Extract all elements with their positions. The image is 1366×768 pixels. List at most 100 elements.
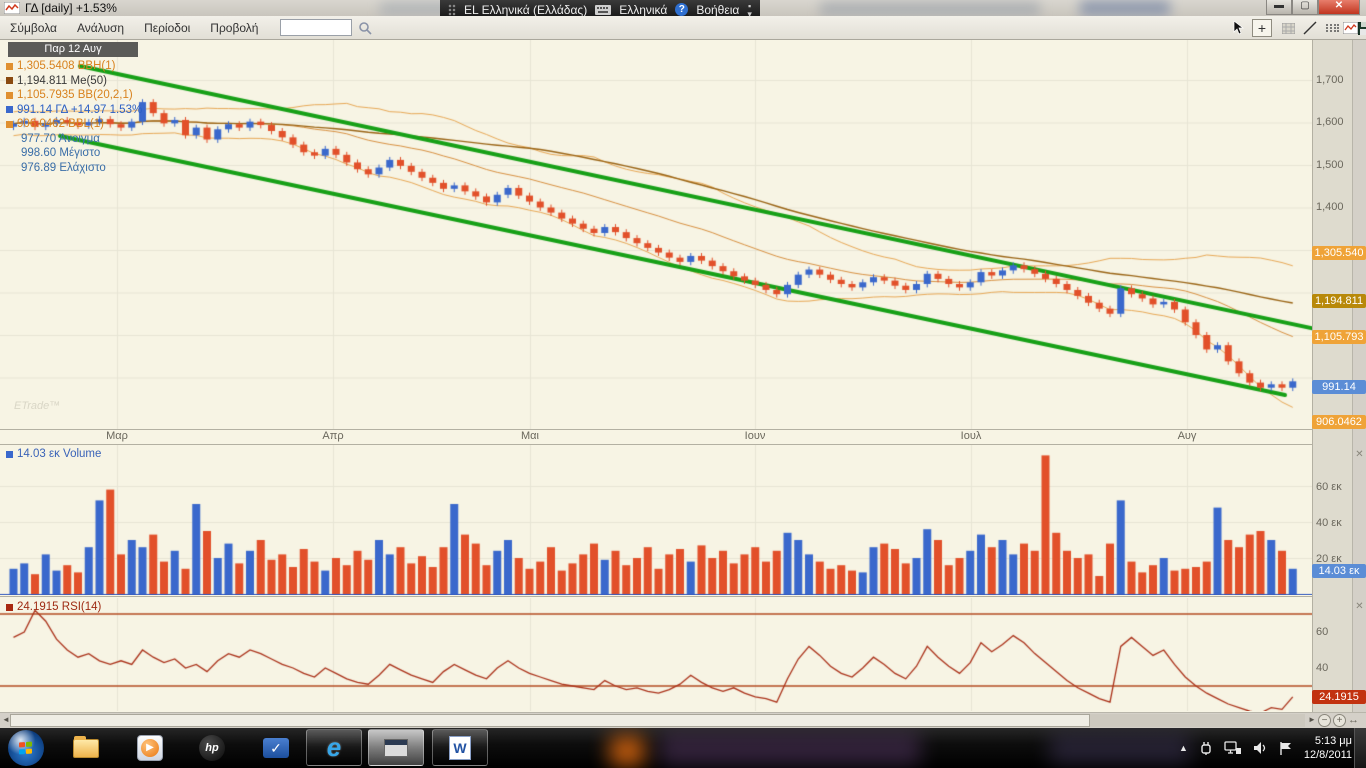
legend-row: 991.14 ΓΔ +14.97 1.53% [6, 103, 142, 118]
windows-flag-icon [19, 742, 33, 755]
price-chart-canvas[interactable] [0, 40, 1312, 430]
keyboard-layout[interactable]: Ελληνικά [619, 3, 667, 17]
legend-swatch [6, 121, 13, 128]
symbol-search-input[interactable] [280, 19, 352, 36]
grid-tool-icon[interactable] [1278, 19, 1298, 37]
close-button[interactable]: ✕ [1318, 0, 1360, 15]
bbh-price-badge: 1,305.540 [1312, 246, 1366, 260]
fit-width-button[interactable]: ↔ [1348, 714, 1359, 726]
legend-row: 906.0462 BBL(1) [6, 117, 142, 132]
media-player-taskbar-icon[interactable]: ▶ [134, 732, 166, 764]
language-bar-help[interactable]: Βοήθεια [696, 3, 739, 17]
month-label: Μαι [521, 430, 539, 442]
hp-taskbar-icon[interactable]: hp [196, 732, 228, 764]
wallpaper-blur [660, 732, 920, 766]
titlebar-blur-artifact [820, 2, 1040, 16]
scrollbar-row: ◄ ► − + ↔ [0, 712, 1366, 728]
volume-legend: 14.03 εκ Volume [6, 448, 101, 460]
panel-divider [0, 429, 1366, 430]
legend-row: 977.70 Άνοιγμα [6, 132, 142, 147]
price-tick: 1,500 [1316, 159, 1344, 171]
app-icon [4, 2, 20, 14]
x-axis-months: Μαρ Απρ Μαι Ιουν Ιουλ Αυγ [0, 430, 1312, 445]
menu-periods[interactable]: Περίοδοι [134, 18, 200, 38]
start-button[interactable] [8, 730, 44, 766]
price-tick: 1,600 [1316, 116, 1344, 128]
panel-divider [0, 596, 1366, 597]
me50-price-badge: 1,194.811 [1312, 294, 1366, 308]
window-title: ΓΔ [daily] +1.53% [25, 1, 117, 15]
rsi-tick: 60 [1316, 626, 1328, 638]
zoom-out-button[interactable]: − [1318, 714, 1331, 727]
rsi-chart-canvas[interactable] [0, 598, 1312, 711]
save-icon[interactable] [1356, 19, 1366, 37]
rsi-value-badge: 24.1915 [1312, 690, 1366, 704]
bbmid-price-badge: 1,105.793 [1312, 330, 1366, 344]
month-label: Μαρ [106, 430, 128, 442]
chart-app-taskbar-button[interactable] [368, 729, 424, 766]
legend-row: 1,194.811 Me(50) [6, 74, 142, 89]
rsi-panel-close-icon[interactable]: ✕ [1354, 602, 1365, 613]
wallpaper-blur [610, 736, 644, 766]
scroll-right-arrow[interactable]: ► [1308, 715, 1316, 724]
volume-panel-close-icon[interactable]: ✕ [1354, 450, 1365, 461]
hidden-icons-arrow[interactable]: ▲ [1179, 743, 1188, 753]
legend-swatch [6, 77, 13, 84]
minimize-button[interactable]: ▬ [1266, 0, 1292, 15]
scrollbar-track[interactable] [10, 714, 1305, 727]
screen: { "window": { "title": "ΓΔ [daily] +1.53… [0, 0, 1366, 768]
search-icon[interactable] [358, 21, 372, 35]
maximize-button[interactable]: ▢ [1292, 0, 1318, 15]
legend-swatch [6, 92, 13, 99]
menu-view[interactable]: Προβολή [200, 18, 268, 38]
titlebar-blur-artifact [1080, 0, 1170, 16]
internet-explorer-taskbar-button[interactable]: e [306, 729, 362, 766]
legend-row: 1,105.7935 BB(20,2,1) [6, 88, 142, 103]
legend-swatch [6, 63, 13, 70]
network-tray-icon[interactable] [1224, 740, 1242, 756]
scroll-left-arrow[interactable]: ◄ [2, 715, 10, 724]
volume-tick: 60 εκ [1316, 481, 1342, 493]
language-bar-grip-icon[interactable] [448, 4, 456, 16]
explorer-taskbar-icon[interactable] [70, 732, 102, 764]
legend-label: 1,194.811 Me(50) [17, 75, 107, 87]
price-tick: 1,400 [1316, 201, 1344, 213]
legend-label: 977.70 Άνοιγμα [21, 133, 100, 145]
action-center-flag-icon[interactable] [1278, 740, 1294, 756]
price-tick: 1,700 [1316, 74, 1344, 86]
legend-label: 1,105.7935 BB(20,2,1) [17, 89, 133, 101]
legend-label: 1,305.5408 BBH(1) [17, 60, 115, 72]
wallpaper-blur [1050, 734, 1190, 764]
volume-tray-icon[interactable] [1252, 740, 1268, 756]
legend-label: 906.0462 BBL(1) [17, 118, 104, 130]
legend-label: 976.89 Ελάχιστο [21, 162, 106, 174]
language-indicator[interactable]: EL Ελληνικά (Ελλάδας) [464, 3, 587, 17]
scrollbar-thumb[interactable] [10, 714, 1090, 727]
legend-label: 991.14 ΓΔ +14.97 1.53% [17, 104, 142, 116]
menu-symbols[interactable]: Σύμβολα [0, 18, 67, 38]
sync-check-taskbar-icon[interactable]: ✓ [260, 732, 292, 764]
word-taskbar-button[interactable]: W [432, 729, 488, 766]
crosshair-date-tooltip: Παρ 12 Αυγ [8, 42, 138, 57]
help-icon[interactable]: ? [675, 3, 688, 16]
show-desktop-button[interactable] [1354, 728, 1366, 768]
pattern-tool-icon[interactable] [1322, 19, 1342, 37]
zoom-in-button[interactable]: + [1333, 714, 1346, 727]
month-label: Αυγ [1178, 430, 1197, 442]
legend-row: 976.89 Ελάχιστο [6, 161, 142, 176]
pointer-tool-icon[interactable] [1228, 19, 1248, 37]
clock[interactable]: 5:13 μμ 12/8/2011 [1304, 734, 1352, 762]
clock-date: 12/8/2011 [1304, 748, 1352, 762]
taskbar: ▶ hp ✓ e W ▲ 5:13 μμ 12/8/2011 [0, 728, 1366, 768]
power-tray-icon[interactable] [1198, 740, 1214, 756]
line-tool-icon[interactable] [1300, 19, 1320, 37]
crosshair-tool-icon[interactable]: + [1252, 19, 1272, 37]
volume-chart-canvas[interactable] [0, 445, 1312, 595]
chart-area: Παρ 12 Αυγ 1,305.5408 BBH(1) 1,194.811 M… [0, 40, 1366, 728]
legend-label: 998.60 Μέγιστο [21, 147, 100, 159]
menu-analysis[interactable]: Ανάλυση [67, 18, 134, 38]
system-tray: ▲ 5:13 μμ 12/8/2011 [1179, 728, 1352, 768]
price-legend: 1,305.5408 BBH(1) 1,194.811 Me(50) 1,105… [6, 59, 142, 175]
legend-swatch [6, 106, 13, 113]
rsi-tick: 40 [1316, 662, 1328, 674]
